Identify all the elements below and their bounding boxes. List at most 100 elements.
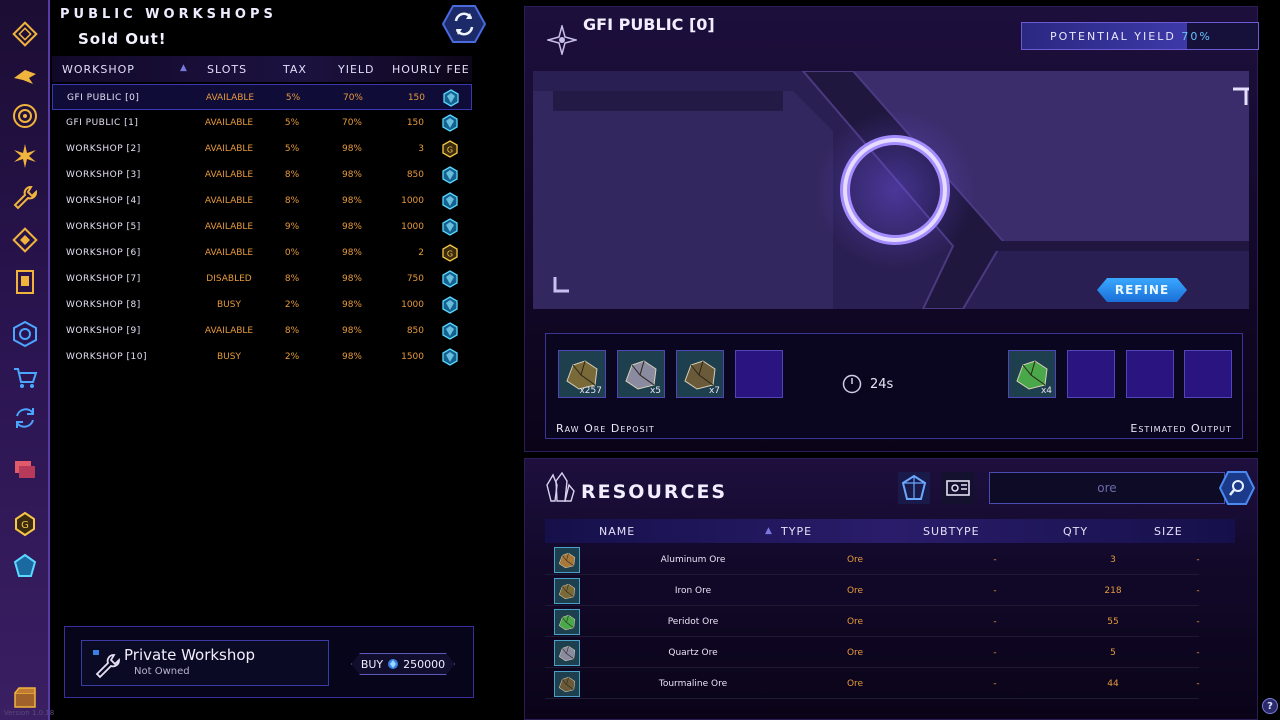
workshop-row[interactable]: WORKSHOP [3] AVAILABLE 8% 98% 850 [52, 162, 472, 188]
potential-yield-text: POTENTIAL YIELD 70% [1050, 30, 1212, 43]
card-icon[interactable] [9, 266, 41, 298]
workshop-row[interactable]: WORKSHOP [7] DISABLED 8% 98% 750 [52, 266, 472, 292]
refine-button[interactable]: REFINE [1097, 278, 1187, 302]
workshop-name: WORKSHOP [2] [66, 144, 141, 154]
workshop-name: WORKSHOP [7] [66, 274, 141, 284]
output-slot[interactable] [1126, 350, 1174, 398]
resource-subtype: - [993, 648, 997, 658]
resource-row[interactable]: Peridot Ore Ore - 55 - [545, 607, 1200, 637]
workshop-name: WORKSHOP [3] [66, 170, 141, 180]
blue-crystal-icon [442, 192, 458, 210]
yield-value: 98% [341, 300, 362, 310]
workshop-name: WORKSHOP [6] [66, 248, 141, 258]
workshop-row[interactable]: WORKSHOP [10] BUSY 2% 98% 1500 [52, 344, 472, 370]
workshop-row[interactable]: GFI PUBLIC [1] AVAILABLE 5% 70% 150 [52, 110, 472, 136]
workshop-row[interactable]: WORKSHOP [2] AVAILABLE 5% 98% 3 G [52, 136, 472, 162]
col-qty[interactable]: QTY [1063, 525, 1088, 538]
workshop-name: WORKSHOP [9] [66, 326, 141, 336]
burst-icon[interactable] [9, 140, 41, 172]
output-slot[interactable] [1067, 350, 1115, 398]
resource-type: Ore [846, 586, 864, 596]
sort-arrow-icon[interactable]: ▲ [765, 526, 773, 536]
buy-workshop-button[interactable]: BUY 250000 [351, 653, 455, 675]
workshop-row[interactable]: WORKSHOP [8] BUSY 2% 98% 1000 [52, 292, 472, 318]
crystal-filter-button[interactable] [897, 471, 931, 505]
ownership-status: Not Owned [134, 666, 190, 677]
buy-label: BUY [360, 657, 384, 671]
workshop-icon[interactable] [9, 318, 41, 350]
raw-ore-deposit-label: Raw Ore Deposit [556, 422, 655, 435]
crystals-icon [546, 471, 575, 502]
input-slot[interactable]: x5 [617, 350, 665, 398]
search-icon [1218, 471, 1256, 505]
tax-value: 2% [284, 352, 300, 362]
workshop-row[interactable]: GFI PUBLIC [0] AVAILABLE 5% 70% 150 [52, 84, 472, 110]
resource-type: Ore [846, 679, 864, 689]
output-slot[interactable]: x4 [1008, 350, 1056, 398]
refinery-viewport [533, 71, 1249, 309]
col-workshop[interactable]: WORKSHOP [62, 63, 135, 76]
col-type[interactable]: TYPE [781, 525, 812, 538]
blue-crystal-icon [442, 218, 458, 236]
blue-crystal-icon [442, 114, 458, 132]
wrench-icon[interactable] [9, 182, 41, 214]
col-slots[interactable]: SLOTS [207, 63, 247, 76]
resource-qty: 55 [1107, 617, 1119, 627]
resource-size: - [1196, 617, 1200, 627]
blue-crystal-icon[interactable] [9, 550, 41, 582]
workshop-row[interactable]: WORKSHOP [9] AVAILABLE 8% 98% 850 [52, 318, 472, 344]
blue-crystal-icon [442, 322, 458, 340]
ship-icon[interactable] [9, 60, 41, 92]
workshop-title: GFI PUBLIC [0] [583, 15, 715, 34]
col-yield[interactable]: YIELD [338, 63, 375, 76]
resource-type: Ore [846, 648, 864, 658]
gold-coin-icon[interactable]: G [9, 508, 41, 540]
workshop-name: WORKSHOP [8] [66, 300, 141, 310]
diamond-outline-icon[interactable] [9, 224, 41, 256]
slots-status: AVAILABLE [204, 222, 254, 232]
input-slot[interactable]: x257 [558, 350, 606, 398]
refinery-machine-art [533, 71, 1249, 309]
output-slot[interactable] [1184, 350, 1232, 398]
resource-type: Ore [846, 617, 864, 627]
resource-qty: 3 [1110, 555, 1116, 565]
chat-icon[interactable] [9, 454, 41, 486]
sort-arrow-icon[interactable]: ▲ [180, 63, 188, 73]
cart-icon[interactable] [9, 362, 41, 394]
workshop-table-header: WORKSHOP ▲ SLOTS TAX YIELD HOURLY FEE [52, 56, 472, 82]
input-slot[interactable] [735, 350, 783, 398]
search-button[interactable] [1218, 471, 1256, 505]
machine-filter-button[interactable] [941, 471, 975, 505]
gold-coin-icon: G [442, 244, 458, 262]
resources-panel: RESOURCES NAME ▲ TYPE SUBTYPE QTY SIZE A… [524, 458, 1258, 720]
resource-row[interactable]: Aluminum Ore Ore - 3 - [545, 545, 1200, 575]
help-button[interactable]: ? [1262, 698, 1278, 714]
workshop-row[interactable]: WORKSHOP [4] AVAILABLE 8% 98% 1000 [52, 188, 472, 214]
resource-row[interactable]: Iron Ore Ore - 218 - [545, 576, 1200, 606]
yield-value: 98% [341, 274, 362, 284]
potential-yield-label: POTENTIAL YIELD [1050, 30, 1176, 43]
workshop-row[interactable]: WORKSHOP [6] AVAILABLE 0% 98% 2 G [52, 240, 472, 266]
refresh-button[interactable] [441, 4, 487, 44]
clock-icon [842, 374, 862, 394]
col-name[interactable]: NAME [599, 525, 635, 538]
hourly-fee: 850 [406, 170, 424, 180]
version-label: Version 1.0.18 [4, 709, 55, 717]
target-icon[interactable] [9, 100, 41, 132]
col-tax[interactable]: TAX [283, 63, 307, 76]
ore-icon [555, 641, 579, 665]
col-hourly-fee[interactable]: HOURLY FEE [392, 63, 470, 76]
resource-row[interactable]: Tourmaline Ore Ore - 44 - [545, 669, 1200, 699]
resource-name: Tourmaline Ore [658, 679, 728, 689]
diamond-icon[interactable] [9, 18, 41, 50]
resource-search-input[interactable] [989, 472, 1225, 504]
slot-count: x257 [579, 386, 602, 396]
exchange-icon[interactable] [9, 402, 41, 434]
svg-text:G: G [447, 146, 453, 155]
workshop-row[interactable]: WORKSHOP [5] AVAILABLE 9% 98% 1000 [52, 214, 472, 240]
input-slot[interactable]: x7 [676, 350, 724, 398]
col-size[interactable]: SIZE [1154, 525, 1183, 538]
resource-row[interactable]: Quartz Ore Ore - 5 - [545, 638, 1200, 668]
col-subtype[interactable]: SUBTYPE [923, 525, 980, 538]
potential-yield-value: 70% [1181, 30, 1212, 43]
